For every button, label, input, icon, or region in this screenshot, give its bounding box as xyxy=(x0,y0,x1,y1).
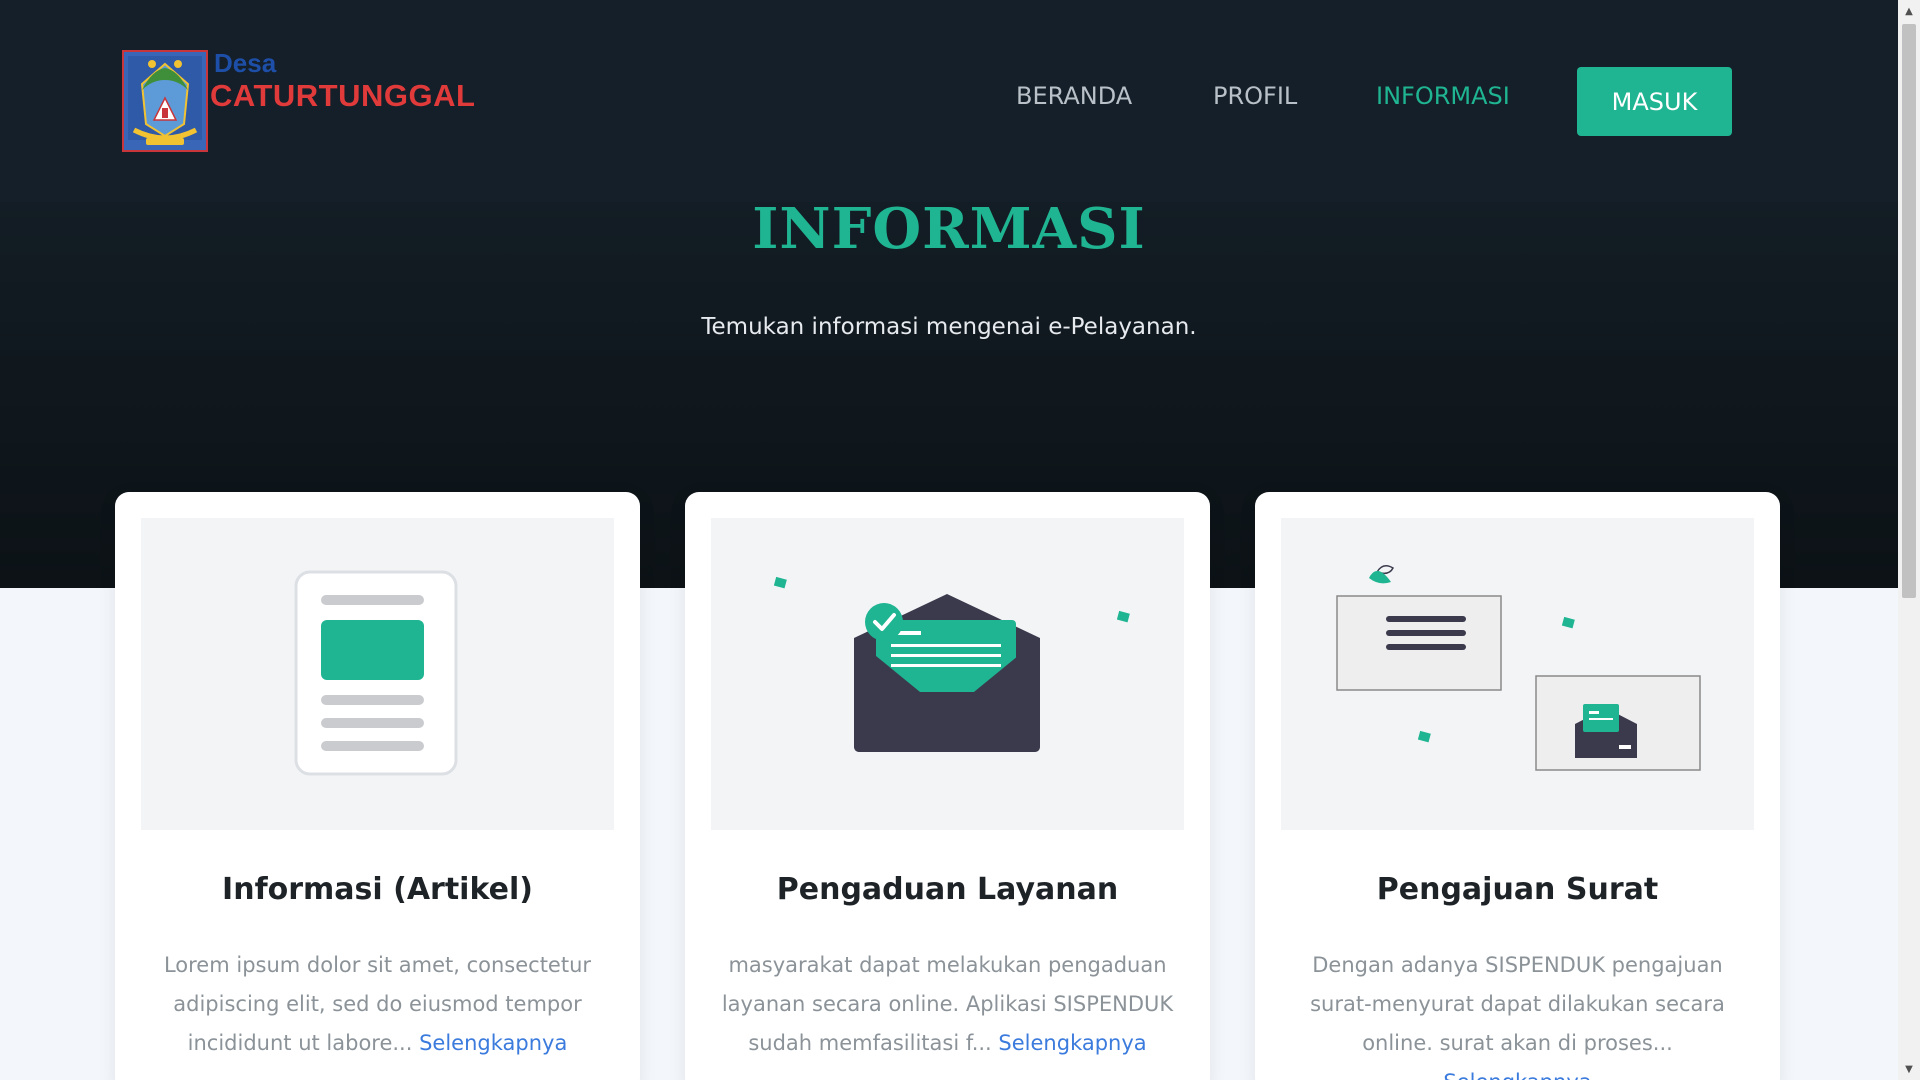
brand-name-label: CATURTUNGGAL xyxy=(210,78,476,113)
card-title: Pengajuan Surat xyxy=(1376,872,1659,907)
card-more-link[interactable]: Selengkapnya xyxy=(419,1031,567,1055)
card-more-link[interactable]: Selengkapnya xyxy=(998,1031,1146,1055)
scroll-down-arrow-icon[interactable]: ▼ xyxy=(1898,1058,1920,1080)
card-description: Lorem ipsum dolor sit amet, consectetur … xyxy=(163,953,592,1055)
card-image xyxy=(711,518,1184,830)
card-title: Informasi (Artikel) xyxy=(222,872,533,907)
card-more-link[interactable]: Selengkapnya xyxy=(1443,1070,1591,1080)
page-title: INFORMASI xyxy=(752,196,1146,262)
scroll-up-arrow-icon[interactable]: ▲ xyxy=(1898,0,1920,22)
village-emblem-logo[interactable] xyxy=(122,50,208,152)
page-scrollbar[interactable]: ▲ ▼ xyxy=(1898,0,1920,1080)
card-title: Pengaduan Layanan xyxy=(776,872,1119,907)
scroll-thumb[interactable] xyxy=(1902,24,1916,598)
card-informasi-artikel: Informasi (Artikel) Lorem ipsum dolor si… xyxy=(115,492,640,1080)
document-icon xyxy=(141,570,614,834)
card-image xyxy=(1281,518,1754,830)
nav-profil[interactable]: PROFIL xyxy=(1213,80,1297,112)
brand-desa-label: Desa xyxy=(214,48,277,78)
nav-beranda[interactable]: BERANDA xyxy=(1016,80,1132,112)
page-subtitle: Temukan informasi mengenai e-Pelayanan. xyxy=(701,314,1197,340)
card-pengajuan-surat: Pengajuan Surat Dengan adanya SISPENDUK … xyxy=(1255,492,1780,1080)
card-description: masyarakat dapat melakukan pengaduan lay… xyxy=(721,953,1174,1055)
nav-informasi[interactable]: INFORMASI xyxy=(1376,80,1510,112)
login-button[interactable]: MASUK xyxy=(1577,67,1732,136)
card-pengaduan-layanan: Pengaduan Layanan masyarakat dapat melak… xyxy=(685,492,1210,1080)
site-header: Desa CATURTUNGGAL BERANDA PROFIL INFORMA… xyxy=(0,0,1898,202)
mail-windows-icon xyxy=(1281,565,1754,834)
card-image xyxy=(141,518,614,830)
card-description: Dengan adanya SISPENDUK pengajuan surat-… xyxy=(1285,946,1750,1080)
envelope-letter-icon xyxy=(711,576,1184,834)
